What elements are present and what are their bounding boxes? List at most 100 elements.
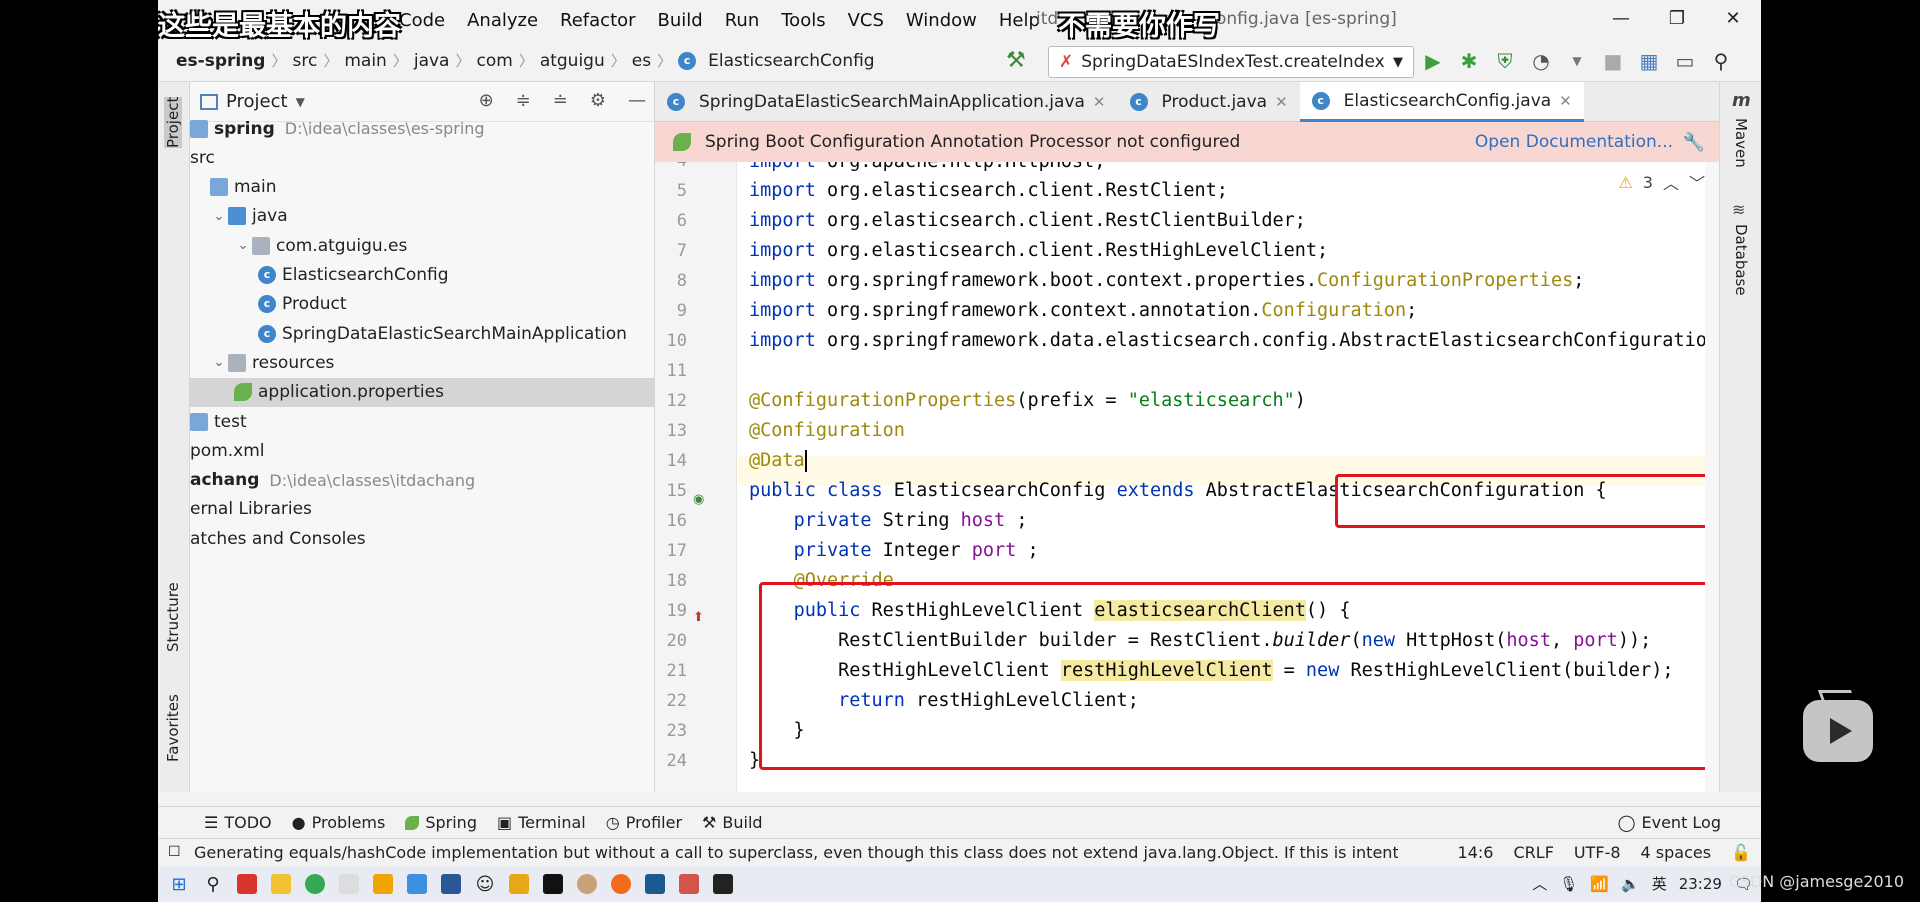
chevron-down-icon[interactable]: ﹀ (1689, 170, 1705, 194)
project-panel-title[interactable]: Project (226, 91, 288, 112)
ime-indicator[interactable]: 英 (1652, 873, 1667, 894)
structure-tool-tab[interactable]: Structure (164, 582, 182, 652)
breadcrumb-src[interactable]: src (287, 51, 324, 71)
tree-item[interactable]: ⌄ com.atguigu.es (190, 231, 654, 260)
search-icon[interactable]: ⚲ (196, 870, 230, 898)
maven-tool-tab[interactable]: Maven (1732, 118, 1750, 168)
app-intellij-icon[interactable] (536, 870, 570, 898)
tree-item[interactable]: ⌄ resources (190, 348, 654, 377)
menu-run[interactable]: Run (714, 10, 771, 31)
database-tool-tab[interactable]: Database (1732, 224, 1750, 296)
override-gutter-icon[interactable]: ⬆ (693, 610, 704, 625)
app-blue-icon[interactable] (638, 870, 672, 898)
breadcrumb-com[interactable]: com (470, 51, 518, 71)
close-icon[interactable]: ✕ (1275, 93, 1288, 111)
inspection-widget[interactable]: ⚠ 3 ︿ ﹀ (1618, 170, 1705, 194)
app-wps-icon[interactable] (230, 870, 264, 898)
breadcrumb-atguigu[interactable]: atguigu (534, 51, 611, 71)
editor-scrollbar[interactable] (1705, 162, 1719, 792)
tab-product[interactable]: c Product.java ✕ (1118, 82, 1300, 122)
open-documentation-link[interactable]: Open Documentation... (1475, 132, 1673, 152)
expand-all-icon[interactable]: ≑ (516, 90, 531, 111)
tree-item[interactable]: ⌄ java (190, 202, 654, 231)
video-play-button[interactable] (1803, 700, 1873, 762)
chevron-down-icon[interactable]: ▼ (296, 95, 305, 109)
close-button[interactable]: ✕ (1705, 0, 1761, 40)
tree-item[interactable]: test (190, 407, 654, 436)
tree-item[interactable]: main (190, 173, 654, 202)
hammer-icon[interactable]: ⚒ (1006, 48, 1026, 73)
caret-position[interactable]: 14:6 (1458, 843, 1494, 862)
app-remote-icon[interactable] (434, 870, 468, 898)
menu-window[interactable]: Window (895, 10, 988, 31)
menu-analyze[interactable]: Analyze (456, 10, 549, 31)
indent-setting[interactable]: 4 spaces (1641, 843, 1712, 862)
maximize-button[interactable]: ❐ (1649, 0, 1705, 40)
coverage-icon[interactable]: ⛨ (1492, 48, 1518, 74)
spring-tool-button[interactable]: Spring (405, 813, 477, 832)
breadcrumb-java[interactable]: java (408, 51, 456, 71)
app-copy-icon[interactable] (400, 870, 434, 898)
tab-main-application[interactable]: c SpringDataElasticSearchMainApplication… (655, 82, 1118, 122)
profiler-tool-button[interactable]: ◷ Profiler (606, 813, 682, 832)
target-icon[interactable]: ⊕ (479, 90, 494, 111)
project-tool-tab[interactable]: Project (164, 96, 182, 148)
volume-icon[interactable]: 🔈 (1621, 875, 1640, 893)
close-icon[interactable]: ✕ (1559, 92, 1572, 110)
menu-refactor[interactable]: Refactor (549, 10, 647, 31)
status-message[interactable]: Generating equals/hashCode implementatio… (158, 843, 1398, 862)
chevron-down-icon[interactable]: ⌄ (210, 355, 228, 370)
windows-start-icon[interactable]: ⊞ (162, 870, 196, 898)
menu-tools[interactable]: Tools (770, 10, 836, 31)
lock-icon[interactable]: 🔓 (1731, 843, 1751, 862)
stop-icon[interactable]: ■ (1600, 48, 1626, 74)
tree-item[interactable]: application.properties (190, 377, 654, 407)
app-explorer-icon[interactable] (264, 870, 298, 898)
chevron-down-icon[interactable]: ▼ (1564, 48, 1590, 74)
network-icon[interactable]: 📶 (1590, 875, 1609, 893)
file-encoding[interactable]: UTF-8 (1574, 843, 1621, 862)
breadcrumb-main[interactable]: main (338, 51, 392, 71)
presentation-icon[interactable]: ▭ (1672, 48, 1698, 74)
menu-build[interactable]: Build (647, 10, 714, 31)
app-emoji-icon[interactable]: ☺ (468, 870, 502, 898)
profile-icon[interactable]: ◔ (1528, 48, 1554, 74)
breadcrumb-project[interactable]: es-spring (158, 51, 271, 71)
app-avatar-icon[interactable] (570, 870, 604, 898)
app-chrome-icon[interactable] (298, 870, 332, 898)
terminal-tool-button[interactable]: ▣ Terminal (497, 813, 586, 832)
run-icon[interactable]: ▶ (1420, 48, 1446, 74)
problems-tool-button[interactable]: ● Problems (292, 813, 386, 832)
app-red-icon[interactable] (672, 870, 706, 898)
app-grid-icon[interactable] (502, 870, 536, 898)
close-icon[interactable]: ✕ (1093, 93, 1106, 111)
app-orange-icon[interactable] (604, 870, 638, 898)
chevron-down-icon[interactable]: ⌄ (210, 209, 228, 224)
tree-item[interactable]: ernal Libraries (190, 495, 654, 524)
todo-tool-button[interactable]: ☰ TODO (204, 813, 272, 832)
gear-icon[interactable]: ⚙ (590, 90, 606, 111)
tree-item[interactable]: src (190, 143, 654, 172)
event-log-button[interactable]: ◯ Event Log (1618, 813, 1721, 832)
collapse-all-icon[interactable]: ≐ (553, 90, 568, 111)
clock[interactable]: 23:29 (1679, 875, 1722, 893)
hide-icon[interactable]: — (628, 90, 646, 111)
project-structure-icon[interactable]: ▦ (1636, 48, 1662, 74)
debug-icon[interactable]: ✱ (1456, 48, 1482, 74)
build-tool-button[interactable]: ⚒ Build (702, 813, 763, 832)
minimize-button[interactable]: — (1593, 0, 1649, 40)
search-icon[interactable]: ⚲ (1708, 48, 1734, 74)
run-configuration-select[interactable]: ✗ SpringDataESIndexTest.createIndex ▼ (1048, 46, 1414, 78)
tree-item[interactable]: spring D:\idea\classes\es-spring (190, 114, 654, 143)
app-cat-icon[interactable] (332, 870, 366, 898)
breadcrumb-class[interactable]: ElasticsearchConfig (702, 51, 881, 71)
wrench-icon[interactable]: 🔧 (1683, 132, 1705, 153)
tree-item[interactable]: pom.xml (190, 436, 654, 465)
microphone-icon[interactable]: 🎙 (1559, 875, 1578, 893)
tree-item[interactable]: c SpringDataElasticSearchMainApplication (190, 319, 654, 348)
code-editor[interactable]: 4 5 6 7 8 9 10 11 12 13 14 15 16 17 18 19 20 21 22 23 24 imp… (655, 162, 1719, 792)
breadcrumb-es[interactable]: es (626, 51, 657, 71)
tree-item[interactable]: c ElasticsearchConfig (190, 261, 654, 290)
tree-item[interactable]: achang D:\idea\classes\itdachang (190, 466, 654, 495)
tree-item[interactable]: c Product (190, 290, 654, 319)
